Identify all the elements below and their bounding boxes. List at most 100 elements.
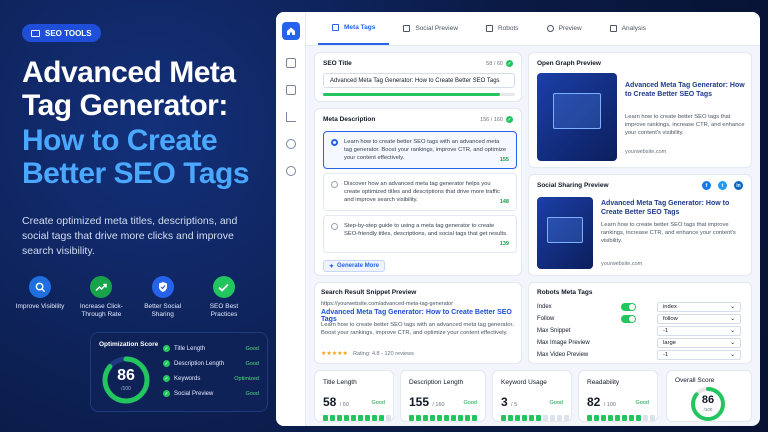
optimization-score-value: 86 [117, 367, 135, 384]
bar-chart-icon [609, 24, 617, 32]
help-icon[interactable] [286, 166, 296, 176]
metric-segment [501, 415, 506, 421]
meta-description-count: 156 / 160 [480, 116, 503, 123]
select-value: large [663, 340, 676, 346]
metric-segment [629, 415, 634, 421]
metric-segment [594, 415, 599, 421]
metric-segment [601, 415, 606, 421]
settings-icon[interactable] [286, 139, 296, 149]
index-select[interactable]: index ⌄ [657, 302, 741, 312]
tab-robots[interactable]: Robots [472, 12, 533, 45]
tab-social-preview[interactable]: Social Preview [389, 12, 472, 45]
metric-segment [365, 415, 370, 421]
metric-segment [444, 415, 449, 421]
optimization-score-ring: 86 /100 [101, 355, 151, 405]
document-icon[interactable] [286, 85, 296, 95]
og-image [537, 73, 617, 161]
monitor-icon [547, 217, 583, 243]
tab-preview[interactable]: Preview [533, 12, 596, 45]
robots-row-index: Index index ⌄ [537, 301, 741, 313]
robots-label: Robots Meta Tags [537, 289, 593, 296]
twitter-icon[interactable]: t [718, 181, 727, 190]
metric-label: Description Length [409, 379, 464, 386]
robots-row-follow: Follow follow ⌄ [537, 313, 741, 325]
app-window: Meta Tags Social Preview Robots Preview … [276, 12, 760, 426]
score-row-label: Title Length [174, 345, 206, 352]
home-icon[interactable] [282, 22, 300, 40]
metric-segment [416, 415, 421, 421]
seo-title-input[interactable]: Advanced Meta Tag Generator: How to Crea… [323, 73, 515, 88]
feature-label: SEO Best Practices [209, 303, 239, 318]
follow-select[interactable]: follow ⌄ [657, 314, 741, 324]
category-badge: SEO TOOLS [22, 24, 101, 42]
chart-icon[interactable] [286, 112, 296, 122]
score-row: ✓ Keywords Optimized [163, 375, 259, 382]
metric-segment [543, 415, 548, 421]
robots-meta-card: Robots Meta Tags Index index ⌄ Follow fol… [528, 282, 752, 364]
metric-unit: / 100 [603, 402, 616, 408]
open-graph-card: Open Graph Preview Advanced Meta Tag Gen… [528, 52, 752, 168]
sidebar [276, 12, 306, 426]
facebook-icon[interactable]: f [702, 181, 711, 190]
follow-toggle[interactable] [621, 315, 636, 323]
search-icon [29, 276, 51, 298]
metric-number: 3 [501, 395, 508, 409]
overall-score-ring: 86 /100 [689, 385, 727, 423]
metric-card: Readability 82 / 100 Good [578, 370, 658, 422]
optimization-score-card: Optimization Score 86 /100 ✓ Title Length… [90, 332, 268, 412]
serp-url: https://yourwebsite.com/advanced-meta-ta… [321, 301, 454, 307]
serp-rating: Rating: 4.8 - 120 reviews [353, 351, 414, 357]
metric-card: Title Length 58 / 60 Good [314, 370, 394, 422]
metric-segment [465, 415, 470, 421]
monitor-icon [553, 93, 601, 129]
tab-label: Meta Tags [344, 23, 376, 31]
metric-segment [529, 415, 534, 421]
max-snippet-select[interactable]: -1 ⌄ [657, 326, 741, 336]
robots-row-max-video: Max Video Preview -1 ⌄ [537, 349, 741, 361]
max-image-select[interactable]: large ⌄ [657, 338, 741, 348]
metric-segments [587, 415, 655, 421]
tab-analysis[interactable]: Analysis [596, 12, 660, 45]
social-title: Advanced Meta Tag Generator: How to Crea… [601, 200, 730, 216]
metric-segment [522, 415, 527, 421]
radio-selected[interactable] [331, 139, 338, 146]
tab-label: Social Preview [415, 24, 458, 32]
description-option-text: Discover how an advanced meta tag genera… [344, 181, 500, 203]
chevron-down-icon: ⌄ [730, 304, 735, 310]
seo-title-count: 58 / 60 [486, 60, 503, 67]
metric-segment [515, 415, 520, 421]
generate-more-button[interactable]: ✦ Generate More [323, 260, 385, 272]
share-icon [403, 24, 411, 32]
metric-segment [550, 415, 555, 421]
check-icon: ✓ [163, 375, 170, 382]
linkedin-icon[interactable]: in [734, 181, 743, 190]
metric-segment [557, 415, 562, 421]
tab-meta-tags[interactable]: Meta Tags [318, 12, 390, 45]
metric-segment [458, 415, 463, 421]
og-title: Advanced Meta Tag Generator: How to Crea… [625, 82, 745, 98]
metric-segment [643, 415, 648, 421]
social-sharing-label: Social Sharing Preview [537, 182, 609, 189]
index-toggle[interactable] [621, 303, 636, 311]
radio-unselected[interactable] [331, 223, 338, 230]
metric-segment [344, 415, 349, 421]
select-value: -1 [663, 352, 669, 358]
max-video-select[interactable]: -1 ⌄ [657, 350, 741, 360]
optimization-score-max: /100 [121, 386, 131, 392]
check-icon: ✓ [506, 60, 513, 67]
grid-icon[interactable] [286, 58, 296, 68]
social-description: Learn how to create better SEO tags that… [601, 222, 736, 244]
description-option[interactable]: Learn how to create better SEO tags with… [323, 131, 517, 169]
metric-status: Good [371, 400, 385, 406]
description-option[interactable]: Discover how an advanced meta tag genera… [323, 173, 517, 211]
description-option[interactable]: Step-by-step guide to using a meta tag g… [323, 215, 517, 253]
metric-label: Keyword Usage [501, 379, 547, 386]
metric-value: 155 / 160 [409, 395, 445, 409]
tab-label: Preview [558, 24, 582, 32]
score-row: ✓ Social Preview Good [163, 390, 259, 397]
metric-segment [622, 415, 627, 421]
metric-segment [379, 415, 384, 421]
radio-unselected[interactable] [331, 181, 338, 188]
check-icon: ✓ [163, 345, 170, 352]
seo-title-counter: 58 / 60 ✓ [486, 60, 513, 67]
